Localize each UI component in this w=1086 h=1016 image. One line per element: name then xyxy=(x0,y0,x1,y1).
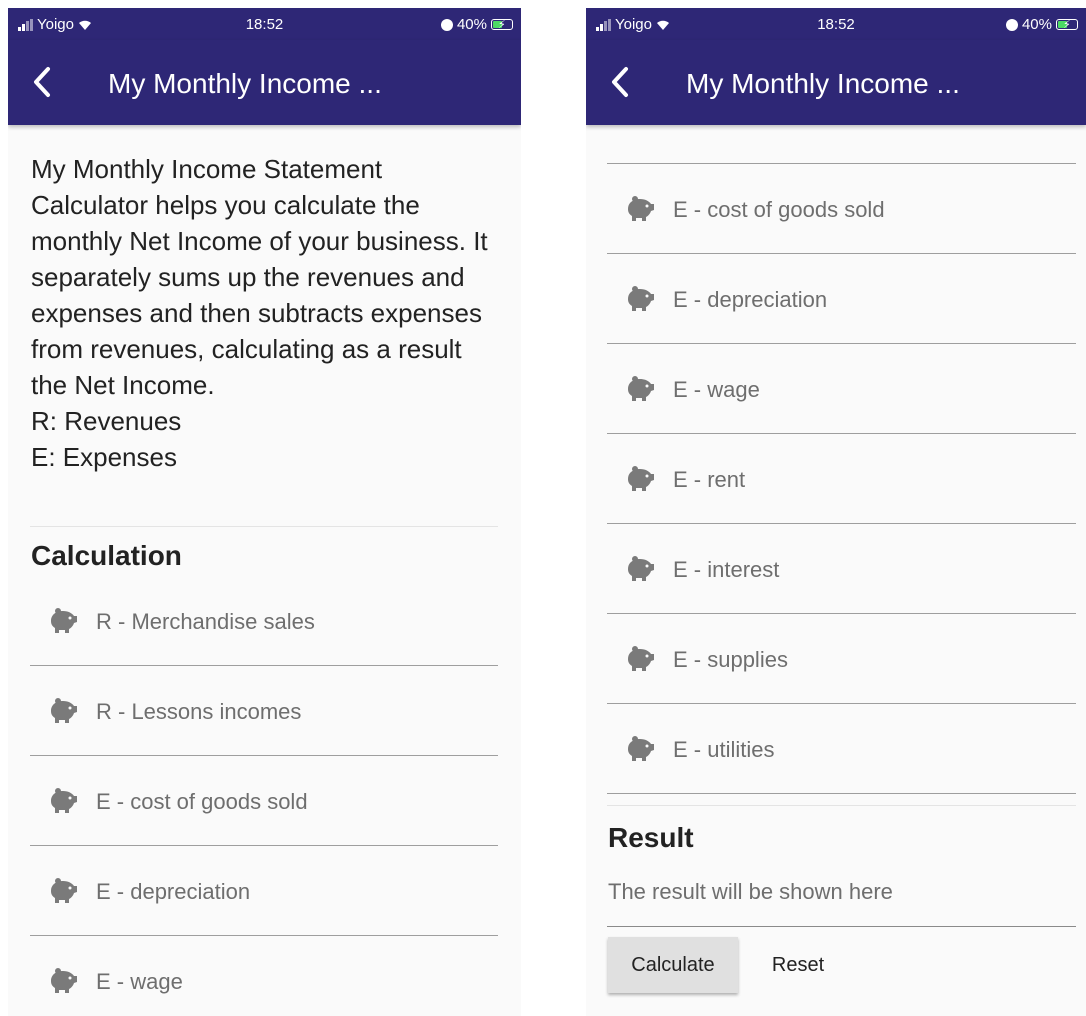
field-label: E - interest xyxy=(673,557,780,582)
intro-text: My Monthly Income Statement Calculator h… xyxy=(31,151,501,475)
piggy-bank-icon xyxy=(51,608,77,633)
field-label: E - depreciation xyxy=(96,879,251,904)
battery-icon: ⚡ xyxy=(1056,19,1078,31)
field-cost-of-goods-sold[interactable]: E - cost of goods sold xyxy=(30,756,498,846)
battery-percent: 40% xyxy=(456,16,487,33)
piggy-bank-icon xyxy=(628,196,654,221)
piggy-bank-icon xyxy=(628,646,654,671)
section-divider xyxy=(607,805,1076,806)
field-supplies[interactable]: E - supplies xyxy=(607,614,1076,704)
field-label: E - cost of goods sold xyxy=(673,197,885,222)
piggy-bank-icon xyxy=(628,466,654,491)
battery-group: 40% ⚡ xyxy=(440,16,513,33)
field-label: E - utilities xyxy=(673,737,775,762)
app-bar: My Monthly Income ... xyxy=(586,40,1086,125)
back-chevron-icon[interactable] xyxy=(28,64,58,100)
calculation-title: Calculation xyxy=(31,540,182,571)
app-title: My Monthly Income ... xyxy=(686,68,960,99)
alarm-icon xyxy=(1005,18,1018,31)
field-depreciation[interactable]: E - depreciation xyxy=(607,254,1076,344)
calculate-button[interactable]: Calculate xyxy=(608,937,738,993)
app-bar: My Monthly Income ... xyxy=(8,40,521,125)
scroll-content[interactable]: My Monthly Income Statement Calculator h… xyxy=(8,125,521,1016)
field-wage[interactable]: E - wage xyxy=(30,936,498,1016)
phone-screen-scrolled: Yoigo 18:52 40% ⚡ My Monthly Income ... … xyxy=(586,8,1086,1016)
piggy-bank-icon xyxy=(628,736,654,761)
piggy-bank-icon xyxy=(51,878,77,903)
field-interest[interactable]: E - interest xyxy=(607,524,1076,614)
piggy-bank-icon xyxy=(51,968,77,993)
legend-revenues: R: Revenues xyxy=(31,406,182,436)
status-bar: Yoigo 18:52 40% ⚡ xyxy=(8,8,521,40)
battery-icon: ⚡ xyxy=(491,19,513,31)
reset-button[interactable]: Reset xyxy=(748,937,848,993)
result-text: The result will be shown here xyxy=(608,879,893,904)
piggy-bank-icon xyxy=(51,788,77,813)
section-divider xyxy=(30,526,498,527)
piggy-bank-icon xyxy=(628,376,654,401)
field-wage[interactable]: E - wage xyxy=(607,344,1076,434)
alarm-icon xyxy=(440,18,453,31)
field-label: E - supplies xyxy=(673,647,788,672)
piggy-bank-icon xyxy=(51,698,77,723)
legend-expenses: E: Expenses xyxy=(31,442,177,472)
field-rent[interactable]: E - rent xyxy=(607,434,1076,524)
piggy-bank-icon xyxy=(628,286,654,311)
field-label: R - Merchandise sales xyxy=(96,609,315,634)
field-label: E - depreciation xyxy=(673,287,828,312)
field-utilities[interactable]: E - utilities xyxy=(607,704,1076,794)
result-title: Result xyxy=(608,822,694,853)
field-lessons-incomes[interactable]: R - Lessons incomes xyxy=(30,666,498,756)
field-label: E - cost of goods sold xyxy=(96,789,308,814)
field-label: E - wage xyxy=(96,969,183,994)
field-label: E - wage xyxy=(673,377,760,402)
field-depreciation[interactable]: E - depreciation xyxy=(30,846,498,936)
scroll-content[interactable]: E - cost of goods sold E - depreciation … xyxy=(586,125,1086,1016)
intro-description: My Monthly Income Statement Calculator h… xyxy=(31,154,488,400)
field-cost-of-goods-sold[interactable]: E - cost of goods sold xyxy=(607,164,1076,254)
field-label: E - rent xyxy=(673,467,746,492)
back-chevron-icon[interactable] xyxy=(606,64,636,100)
phone-screen-top: Yoigo 18:52 40% ⚡ My Monthly Income ... … xyxy=(8,8,521,1016)
field-label: R - Lessons incomes xyxy=(96,699,302,724)
battery-group: 40% ⚡ xyxy=(1005,16,1078,33)
app-title: My Monthly Income ... xyxy=(108,68,382,99)
field-merchandise-sales[interactable]: R - Merchandise sales xyxy=(30,576,498,666)
result-underline xyxy=(607,926,1076,927)
piggy-bank-icon xyxy=(628,556,654,581)
battery-percent: 40% xyxy=(1021,16,1052,33)
status-bar: Yoigo 18:52 40% ⚡ xyxy=(586,8,1086,40)
